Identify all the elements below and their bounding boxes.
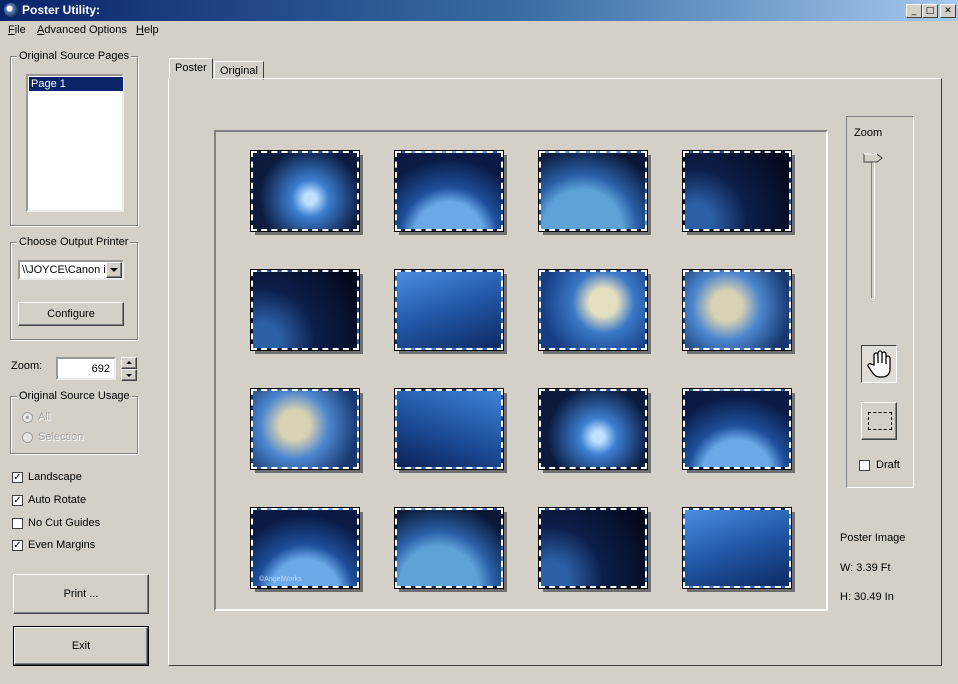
menu-file[interactable]: File: [8, 24, 26, 36]
hand-pan-icon: [867, 350, 891, 378]
select-tool-button[interactable]: [861, 402, 897, 440]
radio-selection[interactable]: [22, 432, 33, 443]
landscape-label: Landscape: [28, 471, 82, 483]
poster-tile: [394, 388, 504, 470]
close-icon: ✕: [944, 6, 952, 16]
poster-tile: [394, 150, 504, 232]
poster-tile: [682, 388, 792, 470]
poster-tile: [538, 269, 648, 351]
poster-tile: [682, 150, 792, 232]
poster-tile: ©AngelWorks: [250, 507, 360, 589]
source-pages-legend: Original Source Pages: [17, 50, 132, 62]
poster-height: H: 30.49 In: [840, 591, 894, 603]
pan-tool-button[interactable]: [861, 345, 897, 383]
zoom-tool-panel: Zoom Draft: [846, 116, 914, 488]
minimize-icon: _: [911, 6, 917, 16]
source-usage-group: Original Source Usage All Selection: [10, 390, 138, 454]
source-usage-legend: Original Source Usage: [17, 390, 132, 402]
window-title: Poster Utility:: [22, 3, 101, 17]
poster-tile: [394, 507, 504, 589]
zoom-slider-thumb[interactable]: [863, 153, 883, 163]
even-margins-label: Even Margins: [28, 539, 96, 551]
printer-dropdown-button[interactable]: [106, 262, 122, 278]
maximize-icon: □: [925, 6, 935, 16]
poster-tile: [250, 269, 360, 351]
even-margins-checkbox[interactable]: ✓: [12, 540, 23, 551]
list-item[interactable]: Page 1: [29, 77, 123, 91]
source-pages-list[interactable]: Page 1: [26, 74, 124, 212]
exit-button[interactable]: Exit: [13, 626, 149, 666]
poster-width: W: 3.39 Ft: [840, 562, 891, 574]
poster-tile: [682, 269, 792, 351]
zoom-spin-up[interactable]: [121, 357, 137, 369]
poster-tile-grid: ©AngelWorks: [216, 132, 826, 609]
printer-legend: Choose Output Printer: [17, 236, 131, 248]
app-icon[interactable]: [4, 3, 18, 17]
zoom-spin-down[interactable]: [121, 369, 137, 381]
poster-tile: [538, 388, 648, 470]
poster-tab-panel: ©AngelWorks Zoom Draft Poster Image W: 3…: [168, 78, 942, 666]
radio-selection-label: Selection: [38, 431, 84, 443]
landscape-checkbox[interactable]: ✓: [12, 472, 23, 483]
zoom-input[interactable]: 692: [56, 357, 116, 380]
poster-preview[interactable]: ©AngelWorks: [214, 130, 828, 611]
poster-tile: [250, 150, 360, 232]
spin-down-icon: [126, 374, 132, 377]
poster-tile: [682, 507, 792, 589]
minimize-button[interactable]: _: [906, 4, 922, 18]
configure-button[interactable]: Configure: [18, 302, 124, 326]
menu-bar: File Advanced Options Help: [0, 23, 958, 41]
maximize-button[interactable]: □: [922, 4, 938, 18]
spin-up-icon: [126, 361, 132, 364]
poster-tile: [538, 507, 648, 589]
no-cut-guides-label: No Cut Guides: [28, 517, 101, 529]
menu-help[interactable]: Help: [136, 24, 159, 36]
source-pages-group: Original Source Pages Page 1: [10, 50, 138, 226]
tab-poster[interactable]: Poster: [169, 58, 213, 79]
radio-all[interactable]: [22, 412, 33, 423]
title-bar: Poster Utility: _ □ ✕: [0, 0, 958, 21]
zoom-slider-track[interactable]: [871, 153, 875, 299]
printer-group: Choose Output Printer \\JOYCE\Canon iP C…: [10, 236, 138, 340]
zoom-value: 692: [91, 363, 110, 375]
auto-rotate-label: Auto Rotate: [28, 494, 87, 506]
poster-tile: [538, 150, 648, 232]
close-button[interactable]: ✕: [940, 4, 956, 18]
marquee-select-icon: [868, 412, 892, 430]
zoom-label: Zoom:: [11, 360, 43, 372]
auto-rotate-checkbox[interactable]: ✓: [12, 495, 23, 506]
zoom-panel-label: Zoom: [854, 127, 883, 139]
printer-select-value: \\JOYCE\Canon iP: [22, 264, 108, 276]
poster-image-heading: Poster Image: [840, 532, 906, 544]
menu-advanced-options[interactable]: Advanced Options: [37, 24, 127, 36]
poster-tile: [250, 388, 360, 470]
chevron-down-icon: [110, 268, 118, 272]
no-cut-guides-checkbox[interactable]: [12, 518, 23, 529]
draft-checkbox[interactable]: [859, 460, 870, 471]
watermark-text: ©AngelWorks: [259, 576, 302, 583]
print-button[interactable]: Print ...: [13, 574, 149, 614]
printer-select[interactable]: \\JOYCE\Canon iP: [18, 260, 124, 280]
radio-all-label: All: [38, 411, 51, 423]
draft-label: Draft: [876, 459, 900, 471]
exit-button-face: Exit: [14, 627, 148, 665]
poster-tile: [394, 269, 504, 351]
